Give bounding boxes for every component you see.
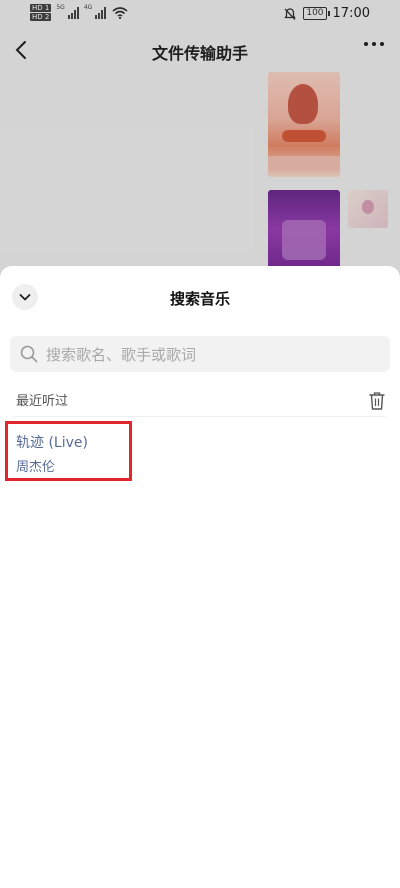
page-title: 文件传输助手	[151, 44, 248, 63]
search-bar[interactable]	[10, 336, 390, 372]
status-left: HD 1 HD 2 5G 4G	[30, 4, 128, 21]
clock: 17:00	[332, 6, 370, 21]
signal-icon	[67, 6, 79, 19]
sim2-badge: HD 2	[30, 13, 52, 21]
trash-icon[interactable]	[368, 391, 386, 411]
wifi-icon	[112, 6, 128, 19]
list-item[interactable]: 轨迹 (Live) 周杰伦	[0, 418, 400, 488]
chat-header: 文件传输助手	[0, 30, 400, 70]
more-icon[interactable]	[364, 42, 384, 46]
recent-header: 最近听过	[16, 390, 386, 412]
image-message-thumbnail[interactable]	[268, 190, 340, 270]
search-input[interactable]	[44, 342, 384, 368]
sim-indicators: HD 1 HD 2	[30, 4, 52, 21]
recent-label: 最近听过	[16, 394, 69, 409]
image-message-thumbnail[interactable]	[268, 72, 340, 177]
signal-icon-2	[95, 6, 107, 19]
battery-icon: 100	[303, 7, 330, 20]
music-search-sheet: 搜索音乐 最近听过 轨迹 (Live) 周杰伦	[0, 266, 400, 888]
network-type-2: 4G	[83, 4, 93, 11]
divider	[14, 416, 386, 417]
status-bar: HD 1 HD 2 5G 4G 100 17:00	[0, 0, 400, 30]
sheet-title: 搜索音乐	[169, 290, 230, 308]
image-message-thumbnail[interactable]	[348, 190, 388, 228]
mute-icon	[284, 7, 297, 20]
search-icon	[20, 345, 38, 363]
sim1-badge: HD 1	[30, 4, 52, 12]
chat-message-area	[0, 70, 400, 280]
status-right: 100 17:00	[283, 6, 370, 21]
highlight-annotation	[5, 421, 132, 481]
network-type-1: 5G	[56, 4, 65, 11]
